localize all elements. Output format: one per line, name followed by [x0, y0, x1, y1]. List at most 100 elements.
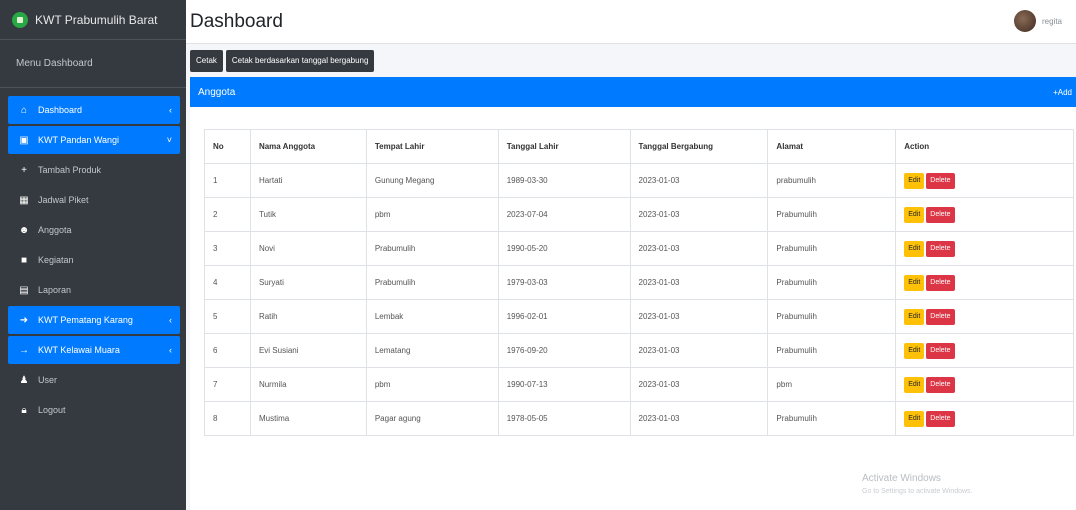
cell-tempat-lahir: Prabumulih — [365, 265, 499, 300]
sidebar-item-label: Tambah Produk — [38, 165, 102, 175]
cell-tempat-lahir: pbm — [365, 197, 499, 232]
edit-button[interactable]: Edit — [904, 206, 925, 223]
sidebar-item-label: Kegiatan — [38, 255, 74, 265]
card-header: Anggota +Add — [190, 77, 1076, 107]
header-tempat-lahir[interactable]: Tempat Lahir — [365, 129, 499, 164]
edit-button[interactable]: Edit — [904, 308, 925, 325]
cell-tanggal-lahir: 1990-05-20 — [497, 231, 631, 266]
sidebar-item-dashboard[interactable]: ⌂ Dashboard ‹ — [8, 96, 180, 124]
sidebar-item-anggota[interactable]: ☻ Anggota — [0, 216, 186, 244]
header-tanggal-bergabung[interactable]: Tanggal Bergabung — [629, 129, 769, 164]
chart-icon: ▤ — [19, 284, 29, 296]
cell-action: Edit Delete — [895, 367, 1074, 402]
cell-tempat-lahir: Gunung Megang — [365, 163, 499, 198]
delete-button[interactable]: Delete — [926, 342, 955, 359]
cell-no: 4 — [204, 265, 251, 300]
cell-nama: Evi Susiani — [249, 333, 367, 368]
arrow-icon: ➜ — [19, 314, 29, 326]
avatar[interactable] — [1013, 10, 1036, 32]
edit-button[interactable]: Edit — [904, 342, 925, 359]
home-icon: ⌂ — [20, 104, 28, 116]
edit-button[interactable]: Edit — [904, 274, 925, 291]
cell-tanggal-lahir: 1979-03-03 — [497, 265, 631, 300]
user-menu[interactable]: regita — [1013, 10, 1062, 32]
header-alamat[interactable]: Alamat — [767, 129, 897, 164]
arrow-icon: → — [19, 344, 29, 356]
delete-button[interactable]: Delete — [926, 376, 955, 393]
cell-nama: Mustima — [249, 401, 367, 436]
cell-no: 8 — [204, 401, 251, 436]
anggota-table: No Nama Anggota Tempat Lahir Tanggal Lah… — [204, 129, 1074, 436]
brand[interactable]: KWT Prabumulih Barat — [0, 0, 186, 40]
delete-button[interactable]: Delete — [926, 172, 955, 189]
cell-tanggal-lahir: 1989-03-30 — [497, 163, 631, 198]
edit-button[interactable]: Edit — [904, 410, 925, 427]
add-button[interactable]: +Add — [1053, 88, 1072, 97]
edit-button[interactable]: Edit — [904, 172, 925, 189]
user-name[interactable]: regita — [1042, 17, 1062, 26]
cell-alamat: Prabumulih — [767, 231, 897, 266]
sidebar-item-kwt-pandan-wangi[interactable]: ▣ KWT Pandan Wangi ˅ — [8, 126, 180, 154]
sidebar-item-jadwal-piket[interactable]: ▦ Jadwal Piket — [0, 186, 186, 214]
cell-no: 7 — [204, 367, 251, 402]
lock-icon: 🔒︎ — [21, 404, 27, 416]
sidebar-item-label: User — [38, 375, 58, 385]
table-row: 5 Ratih Lembak 1996-02-01 2023-01-03 Pra… — [204, 299, 1074, 334]
cell-action: Edit Delete — [895, 265, 1074, 300]
sidebar-item-label: Anggota — [38, 225, 72, 235]
cetak-tanggal-button[interactable]: Cetak berdasarkan tanggal bergabung — [225, 50, 375, 72]
delete-button[interactable]: Delete — [926, 240, 955, 257]
cell-nama: Suryati — [249, 265, 367, 300]
card-title: Anggota — [198, 86, 236, 98]
cell-no: 3 — [204, 231, 251, 266]
sidebar-item-tambah-produk[interactable]: + Tambah Produk — [0, 156, 186, 184]
sidebar-item-kwt-pematang-karang[interactable]: ➜ KWT Pematang Karang ‹ — [8, 306, 180, 334]
delete-button[interactable]: Delete — [926, 206, 955, 223]
cetak-button[interactable]: Cetak — [190, 50, 223, 72]
cell-action: Edit Delete — [895, 401, 1074, 436]
cell-tanggal-bergabung: 2023-01-03 — [629, 299, 769, 334]
sidebar-item-label: Jadwal Piket — [38, 195, 89, 205]
user-icon: ♟ — [19, 374, 29, 386]
print-buttons: Cetak Cetak berdasarkan tanggal bergabun… — [190, 50, 375, 72]
chevron-left-icon: ‹ — [169, 345, 172, 355]
cell-tanggal-bergabung: 2023-01-03 — [629, 231, 769, 266]
table-row: 8 Mustima Pagar agung 1978-05-05 2023-01… — [204, 401, 1074, 436]
delete-button[interactable]: Delete — [926, 274, 955, 291]
chevron-down-icon: ˅ — [166, 135, 172, 145]
cell-tanggal-bergabung: 2023-01-03 — [629, 333, 769, 368]
sidebar-item-kwt-kelawai-muara[interactable]: → KWT Kelawai Muara ‹ — [8, 336, 180, 364]
table-header-row: No Nama Anggota Tempat Lahir Tanggal Lah… — [204, 129, 1074, 164]
edit-button[interactable]: Edit — [904, 240, 925, 257]
cell-tempat-lahir: Pagar agung — [365, 401, 499, 436]
sidebar-item-user[interactable]: ♟ User — [0, 366, 186, 394]
header-nama[interactable]: Nama Anggota — [249, 129, 367, 164]
edit-button[interactable]: Edit — [904, 376, 925, 393]
header-no[interactable]: No — [204, 129, 251, 164]
plus-icon: + — [21, 164, 27, 176]
cell-action: Edit Delete — [895, 333, 1074, 368]
table-row: 2 Tutik pbm 2023-07-04 2023-01-03 Prabum… — [204, 197, 1074, 232]
sidebar-item-logout[interactable]: 🔒︎ Logout — [0, 396, 186, 424]
cell-alamat: Prabumulih — [767, 401, 897, 436]
topbar: Dashboard regita — [186, 0, 1076, 44]
cell-alamat: Prabumulih — [767, 197, 897, 232]
cell-no: 1 — [204, 163, 251, 198]
cell-alamat: pbm — [767, 367, 897, 402]
delete-button[interactable]: Delete — [926, 410, 955, 427]
chevron-left-icon: ‹ — [169, 315, 172, 325]
cell-tanggal-bergabung: 2023-01-03 — [629, 367, 769, 402]
table-row: 6 Evi Susiani Lematang 1976-09-20 2023-0… — [204, 333, 1074, 368]
activate-windows-watermark: Activate Windows — [862, 473, 941, 484]
cell-tanggal-bergabung: 2023-01-03 — [629, 265, 769, 300]
briefcase-icon: ■ — [20, 254, 28, 266]
sidebar-item-label: Laporan — [38, 285, 72, 295]
cell-tanggal-lahir: 1996-02-01 — [497, 299, 631, 334]
sidebar-item-laporan[interactable]: ▤ Laporan — [0, 276, 186, 304]
sidebar-item-label: KWT Pematang Karang — [38, 315, 133, 325]
sidebar-item-kegiatan[interactable]: ■ Kegiatan — [0, 246, 186, 274]
delete-button[interactable]: Delete — [926, 308, 955, 325]
header-tanggal-lahir[interactable]: Tanggal Lahir — [497, 129, 631, 164]
cell-nama: Tutik — [249, 197, 367, 232]
users-icon: ☻ — [18, 224, 30, 236]
